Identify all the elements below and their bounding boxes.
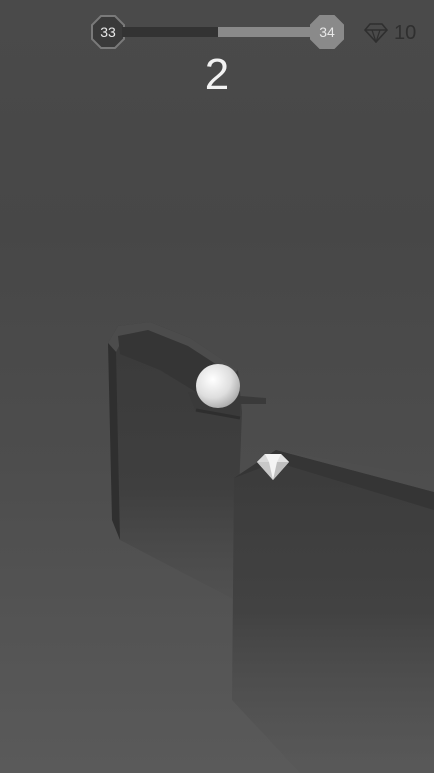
score-counter: 2 <box>204 50 230 99</box>
gem-count: 10 <box>394 21 417 44</box>
level-progress-fill <box>218 27 314 37</box>
diamond-icon <box>364 23 388 43</box>
game-scene[interactable] <box>0 0 434 773</box>
gem-counter: 10 <box>364 20 416 46</box>
next-level-number: 34 <box>319 24 335 40</box>
wall-platform <box>232 450 434 773</box>
player-ball <box>196 364 240 408</box>
next-level-badge: 34 <box>309 14 345 50</box>
current-level-badge: 33 <box>90 14 126 50</box>
level-progress-bar <box>122 27 314 37</box>
current-level-number: 33 <box>100 24 116 40</box>
tower-pillar <box>108 322 242 600</box>
hud: 33 34 10 2 <box>0 0 434 110</box>
